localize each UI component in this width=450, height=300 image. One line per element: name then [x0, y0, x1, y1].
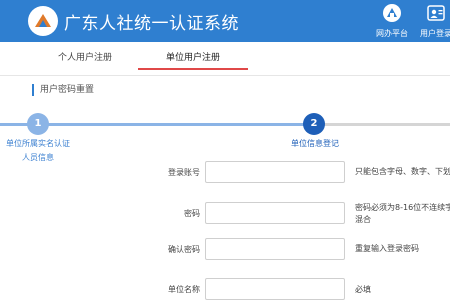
password-hint-line-2: 混合: [355, 215, 371, 224]
company-name-label: 单位名称: [168, 285, 200, 294]
tab-company-register[interactable]: 单位用户注册: [166, 50, 220, 63]
login-account-label: 登录账号: [168, 168, 200, 177]
confirm-password-input[interactable]: [205, 238, 345, 260]
user-card-icon: [427, 5, 445, 21]
app-logo-icon: [28, 6, 58, 36]
login-account-input[interactable]: [205, 161, 345, 183]
user-login-label: 用户登录: [420, 29, 450, 38]
step-1-circle: 1: [27, 113, 49, 135]
step-2-circle: 2: [303, 113, 325, 135]
tab-active-underline: [138, 68, 248, 70]
company-name-hint: 必填: [355, 284, 371, 296]
confirm-password-label: 确认密码: [168, 245, 200, 254]
password-label: 密码: [184, 209, 200, 218]
company-name-hint-line-1: 必填: [355, 285, 371, 294]
password-hint-line-1: 密码必须为8-16位不连续字: [355, 203, 450, 212]
confirm-password-hint-line-1: 重复输入登录密码: [355, 244, 419, 253]
tab-personal-register[interactable]: 个人用户注册: [58, 50, 112, 63]
company-name-input[interactable]: [205, 278, 345, 300]
login-account-hint-line-1: 只能包含字母、数字、下划: [355, 167, 450, 176]
app-header: 广东人社统一认证系统 网办平台 用户登录: [0, 0, 450, 42]
password-input[interactable]: [205, 202, 345, 224]
step-1-label-line-1: 单位所属实名认证: [6, 139, 70, 148]
app-title: 广东人社统一认证系统: [64, 14, 239, 34]
service-platform-button[interactable]: 网办平台: [370, 3, 414, 39]
login-account-hint: 只能包含字母、数字、下划: [355, 166, 450, 178]
step-1-label: 单位所属实名认证 人员信息: [0, 137, 76, 165]
user-login-button[interactable]: 用户登录: [414, 3, 450, 39]
step-remaining-line: [324, 123, 450, 126]
step-1-label-line-2: 人员信息: [22, 153, 54, 162]
service-platform-label: 网办平台: [376, 29, 408, 38]
a-logo-icon: [383, 4, 401, 22]
section-title: 用户密码重置: [32, 84, 94, 96]
step-2-label-line-1: 单位信息登记: [291, 139, 339, 148]
step-2-label: 单位信息登记: [270, 137, 360, 151]
password-hint: 密码必须为8-16位不连续字 混合: [355, 202, 450, 226]
confirm-password-hint: 重复输入登录密码: [355, 243, 419, 255]
tab-divider: [0, 75, 450, 76]
